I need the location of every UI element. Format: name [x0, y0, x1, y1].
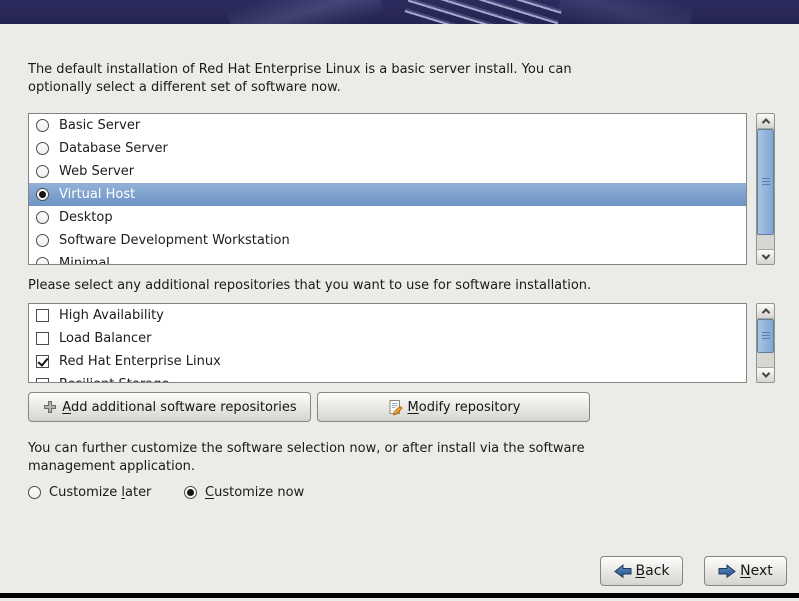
chevron-up-icon: [761, 118, 769, 126]
banner-streak: [404, 0, 563, 24]
repo-row-red-hat-enterprise-linux[interactable]: Red Hat Enterprise Linux: [29, 350, 746, 373]
checkbox-icon[interactable]: [36, 378, 49, 383]
next-button[interactable]: Next: [704, 556, 787, 586]
back-label: Back: [636, 563, 670, 579]
label-accel: N: [740, 563, 750, 579]
label-part: ater: [125, 485, 151, 500]
label-part: ack: [645, 563, 669, 579]
customize-now-label: Customize now: [205, 485, 304, 500]
software-group-row-web-server[interactable]: Web Server: [29, 160, 746, 183]
intro-line-2: optionally select a different set of sof…: [28, 79, 572, 97]
repository-list[interactable]: High Availability Load Balancer Red Hat …: [28, 303, 747, 383]
scrollbar-down-button[interactable]: [757, 249, 774, 264]
software-group-label: Minimal: [59, 256, 110, 265]
customize-line-1: You can further customize the software s…: [28, 440, 585, 458]
customize-text: You can further customize the software s…: [28, 440, 585, 476]
radio-icon-selected[interactable]: [36, 188, 49, 201]
radio-icon[interactable]: [28, 486, 41, 499]
radio-icon[interactable]: [36, 165, 49, 178]
software-group-label: Virtual Host: [59, 187, 135, 202]
software-group-label: Database Server: [59, 141, 168, 156]
repo-prompt-text: Please select any additional repositorie…: [28, 277, 591, 295]
customize-later-label: Customize later: [49, 485, 151, 500]
scrollbar-up-button[interactable]: [757, 114, 774, 129]
checkbox-icon[interactable]: [36, 332, 49, 345]
label-accel: A: [62, 400, 71, 415]
software-group-list[interactable]: Basic Server Database Server Web Server …: [28, 113, 747, 265]
window-bottom-edge: [0, 593, 799, 598]
software-group-row-software-development-workstation[interactable]: Software Development Workstation: [29, 229, 746, 252]
software-group-row-basic-server[interactable]: Basic Server: [29, 114, 746, 137]
plus-icon: [42, 399, 58, 415]
label-part: odify repository: [419, 400, 521, 415]
software-group-row-minimal[interactable]: Minimal: [29, 252, 746, 265]
repo-row-high-availability[interactable]: High Availability: [29, 304, 746, 327]
repo-label: Red Hat Enterprise Linux: [59, 354, 221, 369]
label-accel: M: [408, 400, 419, 415]
banner-streak: [555, 0, 695, 24]
checkbox-icon-checked[interactable]: [36, 355, 49, 368]
modify-repository-button[interactable]: Modify repository: [317, 392, 590, 422]
software-group-label: Basic Server: [59, 118, 140, 133]
repository-scrollbar[interactable]: [756, 303, 775, 383]
scrollbar-up-button[interactable]: [757, 304, 774, 319]
scrollbar-track[interactable]: [757, 319, 774, 367]
software-group-row-virtual-host[interactable]: Virtual Host: [29, 183, 746, 206]
label-part: ustomize now: [214, 485, 304, 500]
banner-streak: [226, 0, 385, 24]
scrollbar-track[interactable]: [757, 129, 774, 249]
radio-icon[interactable]: [36, 119, 49, 132]
intro-text: The default installation of Red Hat Ente…: [28, 61, 572, 97]
checkbox-icon[interactable]: [36, 309, 49, 322]
repo-label: High Availability: [59, 308, 164, 323]
next-arrow-icon: [718, 564, 736, 579]
chevron-down-icon: [761, 369, 769, 377]
software-group-label: Software Development Workstation: [59, 233, 290, 248]
software-group-row-database-server[interactable]: Database Server: [29, 137, 746, 160]
label-part: dd additional software repositories: [71, 400, 297, 415]
radio-icon[interactable]: [36, 234, 49, 247]
edit-document-icon: [387, 399, 404, 416]
label-part: Customize: [49, 485, 121, 500]
installer-window: The default installation of Red Hat Ente…: [0, 0, 799, 601]
label-accel: B: [636, 563, 646, 579]
label-part: ext: [751, 563, 773, 579]
header-banner: [0, 0, 799, 24]
scrollbar-down-button[interactable]: [757, 367, 774, 382]
label-accel: C: [205, 485, 214, 500]
software-group-scrollbar[interactable]: [756, 113, 775, 265]
next-label: Next: [740, 563, 773, 579]
radio-icon-selected[interactable]: [184, 486, 197, 499]
customize-later-radio[interactable]: Customize later: [28, 485, 151, 500]
customize-now-radio[interactable]: Customize now: [184, 485, 304, 500]
back-arrow-icon: [614, 564, 632, 579]
software-group-row-desktop[interactable]: Desktop: [29, 206, 746, 229]
modify-repository-label: Modify repository: [408, 400, 521, 415]
radio-icon[interactable]: [36, 211, 49, 224]
radio-icon[interactable]: [36, 257, 49, 265]
chevron-down-icon: [761, 251, 769, 259]
add-repository-label: Add additional software repositories: [62, 400, 296, 415]
add-repository-button[interactable]: Add additional software repositories: [28, 392, 311, 422]
repo-label: Resilient Storage: [59, 377, 169, 383]
repo-row-load-balancer[interactable]: Load Balancer: [29, 327, 746, 350]
scrollbar-thumb[interactable]: [757, 319, 774, 353]
intro-line-1: The default installation of Red Hat Ente…: [28, 61, 572, 79]
scrollbar-thumb[interactable]: [757, 129, 774, 235]
back-button[interactable]: Back: [600, 556, 683, 586]
software-group-label: Desktop: [59, 210, 113, 225]
chevron-up-icon: [761, 308, 769, 316]
radio-icon[interactable]: [36, 142, 49, 155]
software-group-label: Web Server: [59, 164, 134, 179]
repo-row-resilient-storage[interactable]: Resilient Storage: [29, 373, 746, 383]
customize-line-2: management application.: [28, 458, 585, 476]
repo-label: Load Balancer: [59, 331, 152, 346]
